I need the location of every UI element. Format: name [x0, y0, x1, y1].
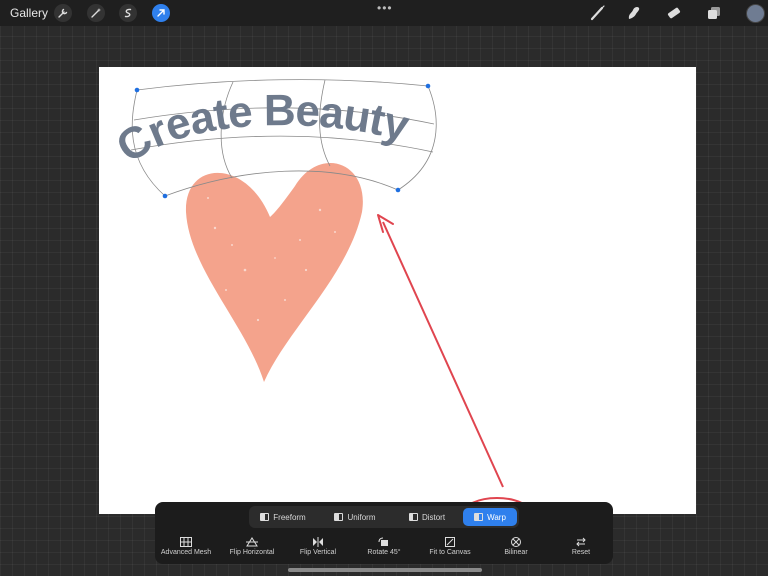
- selection-icon[interactable]: [119, 4, 137, 22]
- flip-horizontal-icon: [246, 537, 258, 547]
- brush-icon[interactable]: [589, 4, 607, 22]
- reset-button[interactable]: Reset: [546, 537, 616, 561]
- bilinear-icon: [511, 537, 521, 547]
- smudge-icon[interactable]: [625, 4, 643, 22]
- transform-arrow-icon[interactable]: [152, 4, 170, 22]
- mode-freeform[interactable]: Freeform: [253, 508, 313, 526]
- flip-horizontal-button[interactable]: Flip Horizontal: [217, 537, 287, 561]
- home-indicator: [288, 568, 482, 572]
- more-options-icon[interactable]: •••: [377, 1, 393, 15]
- warp-icon: [474, 513, 484, 521]
- rotate-icon: [378, 537, 388, 546]
- bilinear-button[interactable]: Bilinear: [481, 537, 551, 561]
- drawing-canvas[interactable]: [99, 67, 696, 514]
- wrench-icon[interactable]: [54, 4, 72, 22]
- mesh-icon: [180, 537, 192, 547]
- flip-vertical-button[interactable]: Flip Vertical: [283, 537, 353, 561]
- freeform-icon: [260, 513, 270, 521]
- fit-canvas-icon: [445, 537, 455, 547]
- rotate-45-button[interactable]: Rotate 45°: [349, 537, 419, 561]
- color-swatch[interactable]: [746, 4, 765, 23]
- eraser-icon[interactable]: [665, 4, 683, 22]
- top-toolbar: Gallery •••: [0, 0, 768, 26]
- transform-modes: Freeform Uniform Distort Warp: [249, 506, 519, 528]
- mode-distort[interactable]: Distort: [397, 508, 457, 526]
- distort-icon: [408, 513, 418, 521]
- transform-panel: Freeform Uniform Distort Warp Advanced M…: [155, 502, 613, 564]
- advanced-mesh-button[interactable]: Advanced Mesh: [151, 537, 221, 561]
- gallery-button[interactable]: Gallery: [10, 6, 48, 20]
- mode-warp[interactable]: Warp: [463, 508, 517, 526]
- layers-icon[interactable]: [705, 4, 723, 22]
- reset-icon: [576, 537, 586, 547]
- mode-uniform[interactable]: Uniform: [325, 508, 385, 526]
- flip-vertical-icon: [313, 537, 323, 547]
- fit-to-canvas-button[interactable]: Fit to Canvas: [415, 537, 485, 561]
- magic-wand-icon[interactable]: [87, 4, 105, 22]
- uniform-icon: [334, 513, 344, 521]
